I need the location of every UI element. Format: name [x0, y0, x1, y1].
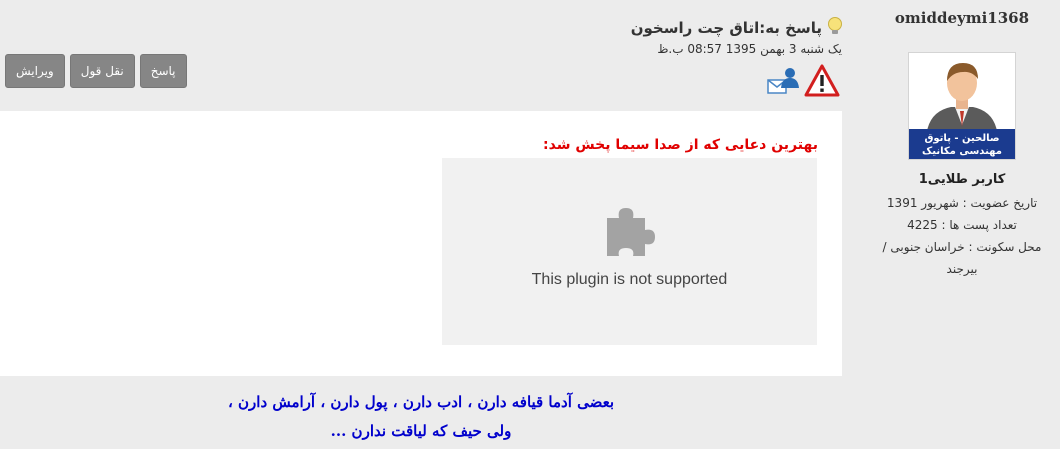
- post-action-icons: [766, 64, 842, 100]
- location-line1: محل سکونت : خراسان جنوبی /: [882, 240, 1042, 254]
- user-sidebar: omiddeymi1368 صالحین - پاتوق مهندسی مکان…: [864, 0, 1060, 449]
- plugin-placeholder[interactable]: This plugin is not supported: [442, 158, 817, 345]
- avatar-caption-line1: صالحین - پاتوق: [924, 133, 999, 144]
- signature-line2: ولی حیف که لیاقت ندارن ...: [330, 422, 512, 440]
- post-buttons: ویرایش نقل قول پاسخ: [5, 54, 187, 88]
- user-rank: کاربر طلایی1: [918, 172, 1006, 187]
- edit-button[interactable]: ویرایش: [5, 54, 65, 88]
- post-red-text: بهترین دعایی که از صدا سیما پخش شد:: [543, 137, 818, 153]
- location-line2: بیرجند: [946, 262, 978, 276]
- location: محل سکونت : خراسان جنوبی / بیرجند: [870, 236, 1054, 280]
- lightbulb-icon: [826, 16, 844, 40]
- signature-line1: بعضی آدما قیافه دارن ، ادب دارن ، پول دا…: [227, 393, 615, 411]
- join-date: تاریخ عضویت : شهریور 1391: [886, 196, 1038, 210]
- post-count: تعداد پست ها : 4225: [907, 218, 1017, 232]
- warning-icon[interactable]: [804, 64, 840, 102]
- post-content: بهترین دعایی که از صدا سیما پخش شد: This…: [0, 111, 842, 376]
- post-title-text[interactable]: پاسخ به:اتاق چت راسخون: [631, 19, 822, 37]
- avatar-caption-line2: مهندسی مکانیک: [922, 146, 1002, 157]
- post-date: یک شنبه 3 بهمن 1395 08:57 ب.ظ: [657, 42, 842, 56]
- username[interactable]: omiddeymi1368: [864, 9, 1060, 27]
- plugin-message: This plugin is not supported: [531, 271, 728, 288]
- message-user-icon[interactable]: [766, 66, 800, 100]
- avatar[interactable]: صالحین - پاتوق مهندسی مکانیک: [908, 52, 1016, 160]
- reply-button[interactable]: پاسخ: [139, 54, 187, 88]
- puzzle-icon: [603, 204, 659, 262]
- quote-button[interactable]: نقل قول: [69, 54, 135, 88]
- post-title: پاسخ به:اتاق چت راسخون: [631, 16, 844, 40]
